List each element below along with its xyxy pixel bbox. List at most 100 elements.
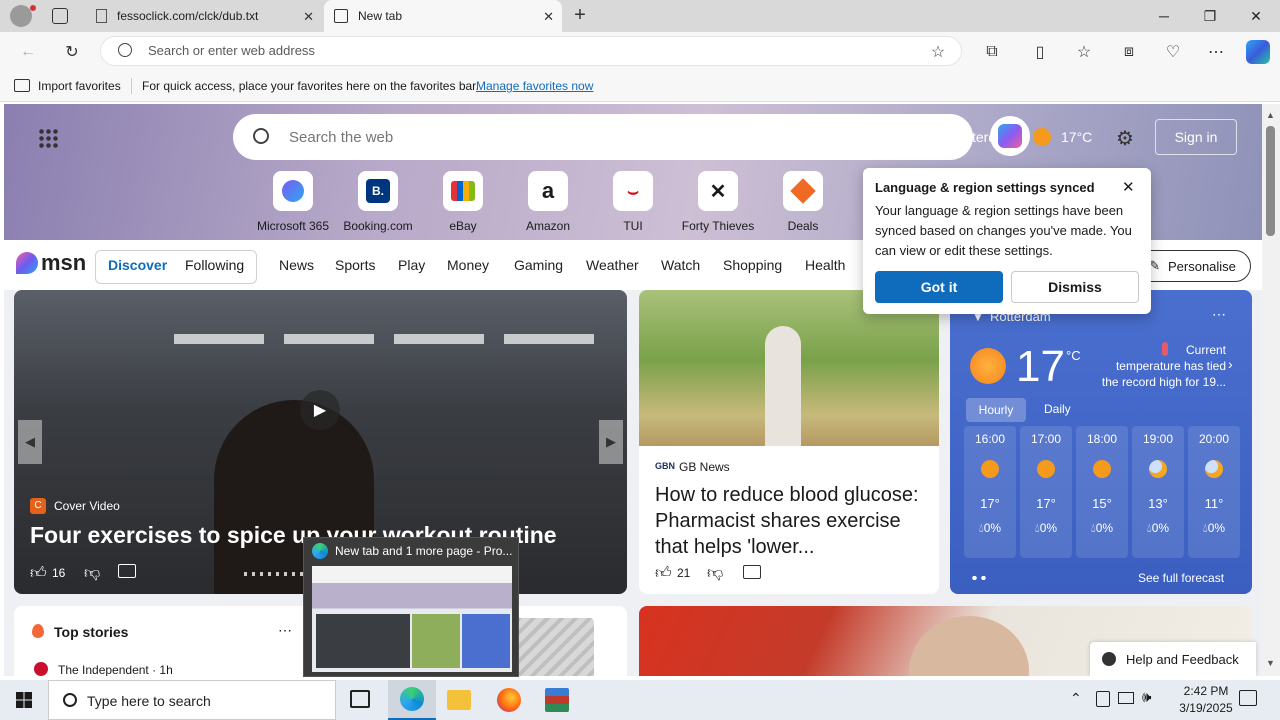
task-view-icon[interactable] [350,690,370,708]
copilot-icon[interactable] [1246,40,1270,64]
weather-alert[interactable]: Current temperature has tied the record … [1098,342,1226,390]
msn-logo[interactable]: msn [16,250,86,276]
popup-title: Language & region settings synced [875,180,1095,195]
close-window-button[interactable]: ✕ [1233,0,1279,32]
hour-precip: 💧︎0% [1034,521,1058,535]
tab-new-tab[interactable]: New tab ✕ [324,0,562,32]
prev-arrow-icon[interactable]: ◀ [18,420,42,464]
personalise-button[interactable]: ✎ Personalise [1134,250,1251,282]
collections-icon[interactable]: ⧈ [1117,40,1141,64]
address-input[interactable]: Search or enter web address [148,43,315,58]
taskbar-thumbnail[interactable]: New tab and 1 more page - Pro... [303,537,519,677]
page-dots[interactable] [970,576,986,580]
nav-gaming[interactable]: Gaming [514,257,563,273]
news-card-headline[interactable]: How to reduce blood glucose: Pharmacist … [655,482,927,560]
file-explorer-icon[interactable] [447,690,471,710]
tab-fessoclick[interactable]: fessoclick.com/clck/dub.txt ✕ [86,0,322,32]
network-icon[interactable] [1118,692,1134,704]
device-icon[interactable] [1096,691,1110,707]
taskbar-search-input[interactable]: Type here to search [87,693,211,709]
forty-thieves-icon: ✕ [698,171,738,211]
app-launcher-icon[interactable] [38,128,58,148]
notifications-icon[interactable] [1239,690,1257,706]
back-button[interactable]: ← [16,40,40,64]
sign-in-button[interactable]: Sign in [1155,119,1237,155]
restore-button[interactable]: ❐ [1187,0,1233,32]
search-icon [253,128,269,144]
hour-time: 17:00 [1030,432,1062,446]
web-search-input[interactable]: Search the web [289,129,393,146]
nav-watch[interactable]: Watch [661,257,700,273]
dismiss-button[interactable]: Dismiss [1011,271,1139,303]
close-tab-icon[interactable]: ✕ [543,9,554,25]
news-card[interactable]: GBN GB News How to reduce blood glucose:… [639,290,939,594]
scroll-down-icon[interactable]: ▼ [1266,658,1275,668]
new-tab-button[interactable]: + [568,4,592,28]
profile-icon[interactable] [10,5,36,27]
weather-card[interactable]: ▼ Rotterdam ⋯ 17 °C Current temperature … [950,290,1252,594]
quick-link-ebay[interactable]: eBay [420,171,506,233]
split-screen-icon[interactable]: ▯ [1028,40,1052,64]
quick-link-deals[interactable]: Deals [760,171,846,233]
page-scrollbar[interactable]: ▲ ▼ [1262,104,1280,676]
nav-news[interactable]: News [279,257,314,273]
scroll-up-icon[interactable]: ▲ [1266,110,1275,120]
dislike-icon[interactable]: 👎︎ [707,564,723,583]
quick-link-microsoft365[interactable]: Microsoft 365 [250,171,336,233]
firefox-icon[interactable] [497,688,521,712]
tab-actions-icon[interactable] [52,8,68,24]
like-icon[interactable]: 👍︎ [655,564,672,583]
more-menu-icon[interactable]: ⋯ [1204,40,1228,64]
dislike-icon[interactable]: 👎︎ [84,564,100,583]
start-button[interactable] [0,680,48,720]
clock-time[interactable]: 2:42 PM [1173,684,1239,698]
extensions-icon[interactable]: ⧉ [980,40,1004,64]
import-favorites-button[interactable]: Import favorites [38,79,121,93]
see-full-forecast-link[interactable]: See full forecast [1138,571,1224,585]
quick-link-amazon[interactable]: a Amazon [505,171,591,233]
tab-following[interactable]: Following [185,257,244,273]
winrar-icon[interactable] [545,688,569,712]
show-hidden-icons-icon[interactable]: ⌃ [1070,690,1082,707]
tab-daily[interactable]: Daily [1044,402,1071,416]
minimize-button[interactable]: ─ [1141,0,1187,32]
clock-date[interactable]: 3/19/2025 [1166,701,1246,715]
nav-health[interactable]: Health [805,257,845,273]
close-icon[interactable]: ✕ [1122,178,1135,196]
got-it-button[interactable]: Got it [875,271,1003,303]
help-feedback-button[interactable]: Help and Feedback [1090,642,1256,676]
top-stories-more-icon[interactable]: ⋯ [278,622,292,639]
nav-weather[interactable]: Weather [586,257,639,273]
favorites-icon[interactable]: ☆ [1072,40,1096,64]
comment-icon[interactable] [743,565,761,579]
scroll-thumb[interactable] [1266,126,1275,236]
quick-link-forty-thieves[interactable]: ✕ Forty Thieves [675,171,761,233]
volume-icon[interactable]: 🕪︎ [1142,689,1151,706]
copilot-button-icon[interactable] [990,116,1030,156]
weather-more-icon[interactable]: ⋯ [1212,306,1226,323]
refresh-button[interactable]: ↻ [60,40,84,64]
like-icon[interactable]: 👍︎ [30,564,47,583]
tab-hourly[interactable]: Hourly [966,398,1026,422]
play-icon[interactable]: ▶ [300,390,340,430]
chevron-right-icon[interactable]: › [1228,356,1233,372]
nav-shopping[interactable]: Shopping [723,257,782,273]
nav-play[interactable]: Play [398,257,425,273]
taskbar-edge-button[interactable] [388,680,436,720]
thumbnail-title: New tab and 1 more page - Pro... [335,544,513,558]
quick-link-tui[interactable]: ⌣ TUI [590,171,676,233]
manage-favorites-link[interactable]: Manage favorites now [476,79,593,93]
browser-essentials-icon[interactable]: ♡ [1161,40,1185,64]
tab-discover[interactable]: Discover [108,257,167,273]
settings-gear-icon[interactable]: ⚙ [1116,126,1134,151]
carousel-dots[interactable] [244,572,304,576]
nav-sports[interactable]: Sports [335,257,375,273]
favorite-star-icon[interactable]: ☆ [926,40,950,64]
header-temperature[interactable]: 17°C [1061,129,1092,145]
quick-link-booking[interactable]: B. Booking.com [335,171,421,233]
close-tab-icon[interactable]: ✕ [303,9,314,25]
next-arrow-icon[interactable]: ▶ [599,420,623,464]
taskbar-search[interactable]: Type here to search [48,680,336,720]
nav-money[interactable]: Money [447,257,489,273]
comment-icon[interactable] [118,564,136,578]
